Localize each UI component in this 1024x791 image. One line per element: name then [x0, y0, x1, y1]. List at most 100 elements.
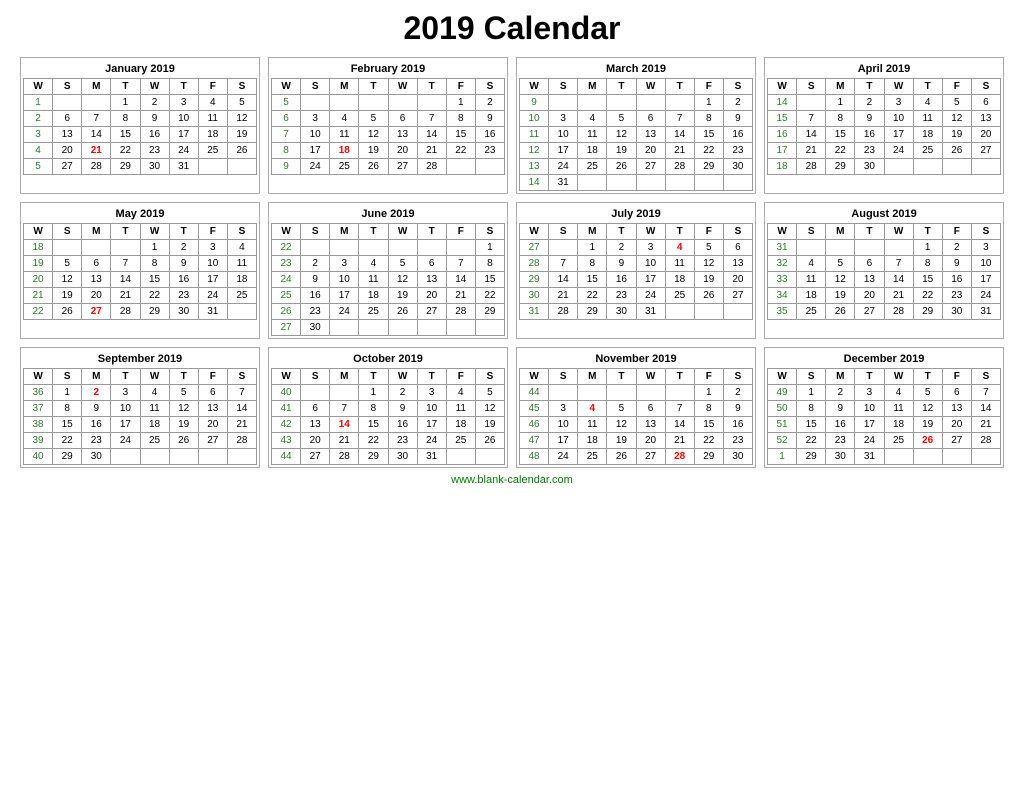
cell-r3-c5: 23: [169, 288, 198, 304]
cell-r2-c4: 12: [388, 272, 417, 288]
month-july-2019: July 2019WSMTWTFS27123456287891011121329…: [516, 202, 756, 339]
month-header: February 2019: [272, 60, 505, 79]
cell-r1-c0: 41: [272, 401, 301, 417]
cell-r3-c3: 18: [359, 288, 388, 304]
cell-r3-c7: 22: [475, 288, 504, 304]
cell-r0-c7: 2: [723, 385, 752, 401]
cell-r2-c4: 16: [388, 417, 417, 433]
cell-r0-c5: 5: [913, 385, 942, 401]
cell-r0-c5: 4: [913, 95, 942, 111]
cell-r0-c7: 1: [475, 240, 504, 256]
cell-r4-c3: 29: [359, 449, 388, 465]
cell-r2-c0: 24: [272, 272, 301, 288]
cell-r4-c4: 29: [140, 304, 169, 320]
cell-r0-c0: 14: [768, 95, 797, 111]
day-header-w-4: W: [388, 224, 417, 240]
cell-r4-c4: 28: [884, 304, 913, 320]
month-header: July 2019: [520, 205, 753, 224]
cell-r0-c1: [549, 95, 578, 111]
day-header-f-6: F: [942, 79, 971, 95]
cell-r2-c7: 20: [723, 272, 752, 288]
day-header-f-6: F: [942, 369, 971, 385]
cell-r4-c0: 22: [24, 304, 53, 320]
cell-r3-c1: 22: [797, 433, 826, 449]
cell-r2-c7: 16: [723, 417, 752, 433]
cell-r3-c5: 25: [913, 143, 942, 159]
cell-r0-c6: 6: [198, 385, 227, 401]
cell-r0-c1: [797, 95, 826, 111]
cell-r1-c1: 8: [53, 401, 82, 417]
cell-r4-c2: 26: [826, 304, 855, 320]
cell-r0-c6: [446, 240, 475, 256]
cell-r4-c1: 24: [549, 449, 578, 465]
day-header-s-1: S: [797, 369, 826, 385]
cell-r5-c0: 27: [272, 320, 301, 336]
cell-r0-c7: 7: [971, 385, 1000, 401]
cell-r4-c6: [942, 449, 971, 465]
cell-r4-c1: 27: [301, 449, 330, 465]
cell-r3-c1: 22: [53, 433, 82, 449]
cell-r4-c5: [665, 304, 694, 320]
cell-r4-c0: 44: [272, 449, 301, 465]
cell-r2-c3: 16: [607, 272, 636, 288]
cell-r4-c5: [913, 449, 942, 465]
cell-r3-c2: 17: [330, 288, 359, 304]
day-header-s-1: S: [301, 369, 330, 385]
cell-r1-c2: 9: [82, 401, 111, 417]
cell-r0-c6: 4: [198, 95, 227, 111]
cell-r0-c6: 5: [942, 95, 971, 111]
cell-r2-c0: 16: [768, 127, 797, 143]
cell-r0-c6: 1: [446, 95, 475, 111]
day-header-s-7: S: [971, 224, 1000, 240]
page-title: 2019 Calendar: [403, 10, 620, 47]
day-header-m-2: M: [82, 79, 111, 95]
cell-r1-c3: 6: [855, 256, 884, 272]
day-header-s-1: S: [53, 369, 82, 385]
cell-r0-c5: 2: [169, 240, 198, 256]
cell-r0-c2: [578, 95, 607, 111]
cell-r0-c7: 4: [227, 240, 256, 256]
cell-r2-c4: 17: [884, 127, 913, 143]
cell-r3-c6: 27: [198, 433, 227, 449]
cell-r3-c6: 22: [694, 433, 723, 449]
day-header-t-5: T: [913, 79, 942, 95]
cell-r2-c1: 11: [797, 272, 826, 288]
cell-r0-c5: [417, 95, 446, 111]
cell-r2-c6: 18: [446, 417, 475, 433]
cell-r4-c4: [884, 449, 913, 465]
cell-r1-c6: 8: [694, 111, 723, 127]
day-header-t-5: T: [665, 79, 694, 95]
cell-r3-c5: 21: [665, 433, 694, 449]
cell-r4-c3: 28: [111, 304, 140, 320]
cell-r3-c3: 19: [607, 143, 636, 159]
cell-r3-c2: 21: [82, 143, 111, 159]
day-header-f-6: F: [446, 224, 475, 240]
cell-r3-c3: 22: [359, 433, 388, 449]
cell-r2-c1: 15: [797, 417, 826, 433]
cell-r0-c6: 1: [694, 95, 723, 111]
day-header-t-3: T: [111, 79, 140, 95]
cell-r2-c7: 16: [475, 127, 504, 143]
cell-r0-c1: [301, 240, 330, 256]
cell-r0-c6: 1: [694, 385, 723, 401]
cell-r0-c3: 2: [855, 95, 884, 111]
day-header-w-0: W: [520, 369, 549, 385]
day-header-w-4: W: [388, 369, 417, 385]
cell-r1-c1: 7: [797, 111, 826, 127]
cell-r2-c2: 15: [578, 272, 607, 288]
month-header: August 2019: [768, 205, 1001, 224]
cell-r5-c2: [330, 320, 359, 336]
cell-r0-c4: [636, 95, 665, 111]
cell-r4-c0: 48: [520, 449, 549, 465]
cell-r1-c0: 19: [24, 256, 53, 272]
cell-r3-c0: 8: [272, 143, 301, 159]
cell-r4-c5: 27: [417, 304, 446, 320]
cell-r1-c5: 7: [665, 111, 694, 127]
cell-r1-c1: 6: [53, 111, 82, 127]
cell-r0-c6: 3: [198, 240, 227, 256]
cell-r3-c1: 17: [301, 143, 330, 159]
cell-r4-c3: 26: [359, 159, 388, 175]
cell-r3-c4: 20: [636, 143, 665, 159]
cell-r1-c5: 6: [417, 256, 446, 272]
cell-r0-c5: [665, 385, 694, 401]
